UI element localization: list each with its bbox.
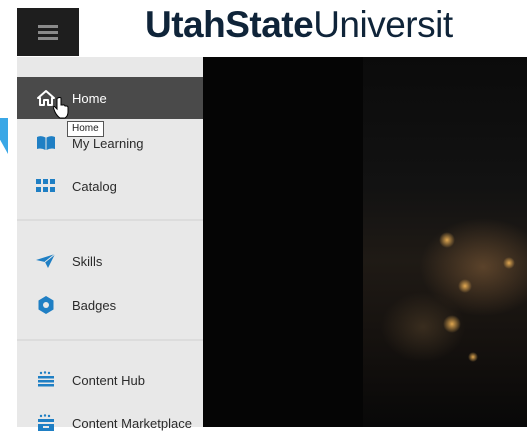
sidebar-item-label: Badges: [72, 297, 117, 313]
sidebar-item-label: Catalog: [72, 178, 117, 194]
top-bar: UtahStateUniversit: [0, 0, 527, 57]
bokeh-light: [503, 257, 515, 269]
hamburger-menu-icon: [38, 22, 58, 43]
sidebar-item-skills[interactable]: Skills: [17, 240, 203, 282]
bokeh-light: [443, 315, 461, 333]
sidebar-item-content-marketplace[interactable]: Content Marketplace: [17, 402, 203, 444]
bokeh-light: [439, 232, 455, 248]
hero-image: [363, 57, 527, 427]
sidebar-item-home[interactable]: Home: [17, 77, 203, 119]
marketplace-icon: [35, 412, 57, 434]
sidebar-item-label: My Learning: [72, 135, 144, 151]
sidebar-item-label: Content Hub: [72, 372, 145, 388]
university-logo[interactable]: UtahStateUniversit: [145, 4, 453, 46]
hand-cursor-icon: [53, 97, 69, 119]
grid-icon: [35, 175, 57, 197]
book-icon: [35, 132, 57, 154]
logo-light-text: Universit: [313, 4, 453, 45]
sidebar-item-label: Content Marketplace: [72, 415, 192, 431]
hamburger-menu-button[interactable]: [17, 8, 79, 56]
sidebar-item-catalog[interactable]: Catalog: [17, 165, 203, 207]
sidebar-divider: [17, 339, 203, 341]
sidebar-item-label: Skills: [72, 253, 103, 269]
badge-icon: [35, 294, 57, 316]
sidebar-item-badges[interactable]: Badges: [17, 284, 203, 326]
tooltip: Home: [67, 121, 104, 137]
sidebar-item-label: Home: [72, 90, 107, 106]
content-hub-icon: [35, 369, 57, 391]
sidebar-divider: [17, 219, 203, 221]
hero-banner: [203, 57, 527, 427]
bokeh-light: [458, 279, 472, 293]
accent-bracket: [0, 118, 8, 154]
bokeh-light: [468, 352, 478, 362]
logo-bold-text: UtahState: [145, 4, 314, 45]
sidebar-item-my-learning[interactable]: My Learning: [17, 122, 203, 164]
paper-plane-icon: [35, 250, 57, 272]
sidebar: Home My Learning Catalog Skills Badges C…: [17, 57, 203, 431]
sidebar-item-content-hub[interactable]: Content Hub: [17, 359, 203, 401]
